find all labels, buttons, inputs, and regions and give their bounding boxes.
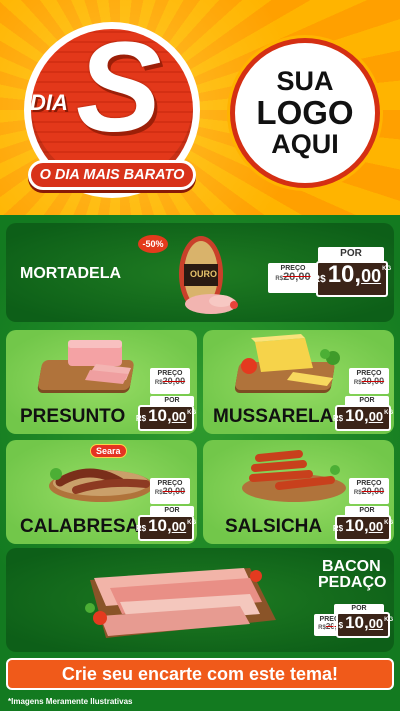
old-price: R$20,00: [353, 486, 385, 497]
badge-dia-text: DIA: [30, 90, 68, 115]
product-name: MUSSARELA: [213, 406, 334, 427]
main-price: R$ 10, 00 KG: [136, 515, 196, 541]
presunto-image: [68, 340, 131, 384]
tagline: O DIA MAIS BARATO: [28, 160, 196, 190]
old-price: R$20,00: [353, 376, 385, 387]
header-banner: DIA S O DIA MAIS BARATO SUA LOGO AQUI: [0, 0, 400, 215]
main-price: R$ 10, 00 KG: [333, 612, 393, 638]
calabresa-image: [49, 468, 153, 502]
logo-line-1: SUA: [276, 66, 334, 97]
old-price: R$20,00: [154, 376, 186, 387]
product-card-bacon[interactable]: BACON PEDAÇO POR PREÇO R$20,00 R$ 10, 00…: [6, 548, 394, 652]
preco-box: PREÇO R$20,00: [150, 368, 190, 394]
main-price: R$ 10, 00 KG: [333, 515, 393, 541]
preco-box: PREÇO R$20,00: [268, 263, 318, 293]
product-name: CALABRESA: [20, 516, 140, 537]
product-card-calabresa[interactable]: Seara CALABRESA PREÇO R$20,00 POR R$ 10,…: [6, 440, 197, 544]
badge-s-letter: S: [76, 16, 162, 159]
preco-box: PREÇO R$20,00: [150, 478, 190, 504]
old-price: R$20,00: [154, 486, 186, 497]
preco-box: PREÇO R$20,00: [349, 368, 389, 394]
product-name: MORTADELA: [20, 265, 122, 282]
disclaimer-text: *Imagens Meramente Ilustrativas: [8, 697, 133, 706]
discount-badge: -50%: [138, 235, 168, 253]
product-card-salsicha[interactable]: SALSICHA PREÇO R$20,00 POR R$ 10, 00 KG: [203, 440, 394, 544]
salsicha-image: [242, 450, 346, 502]
main-price: R$ 10, 00 KG: [333, 405, 393, 431]
main-price: R$ 10, 00 KG: [313, 261, 391, 297]
product-card-presunto[interactable]: PRESUNTO PREÇO R$20,00 POR R$ 10, 00 KG: [6, 330, 197, 434]
logo-line-3: AQUI: [271, 129, 339, 160]
logo-placeholder: SUA LOGO AQUI: [230, 38, 380, 188]
product-name: PRESUNTO: [20, 406, 126, 427]
preco-box: PREÇO R$20,00: [349, 478, 389, 504]
cta-banner[interactable]: Crie seu encarte com este tema!: [6, 658, 394, 690]
logo-line-2: LOGO: [256, 93, 354, 131]
old-price: R$20,00: [275, 271, 311, 283]
por-label: POR: [318, 247, 384, 261]
bacon-image: [85, 568, 276, 638]
brand-label: OURO: [190, 269, 217, 279]
main-price: R$ 10, 00 KG: [136, 405, 196, 431]
product-name-line2: PEDAÇO: [318, 574, 387, 591]
mussarela-image: [241, 334, 340, 386]
brand-label: Seara: [90, 444, 127, 458]
product-card-mortadela[interactable]: MORTADELA -50% OURO POR PREÇO R$20,00 R$…: [6, 223, 394, 322]
product-name: SALSICHA: [225, 516, 323, 537]
product-card-mussarela[interactable]: MUSSARELA PREÇO R$20,00 POR R$ 10, 00 KG: [203, 330, 394, 434]
